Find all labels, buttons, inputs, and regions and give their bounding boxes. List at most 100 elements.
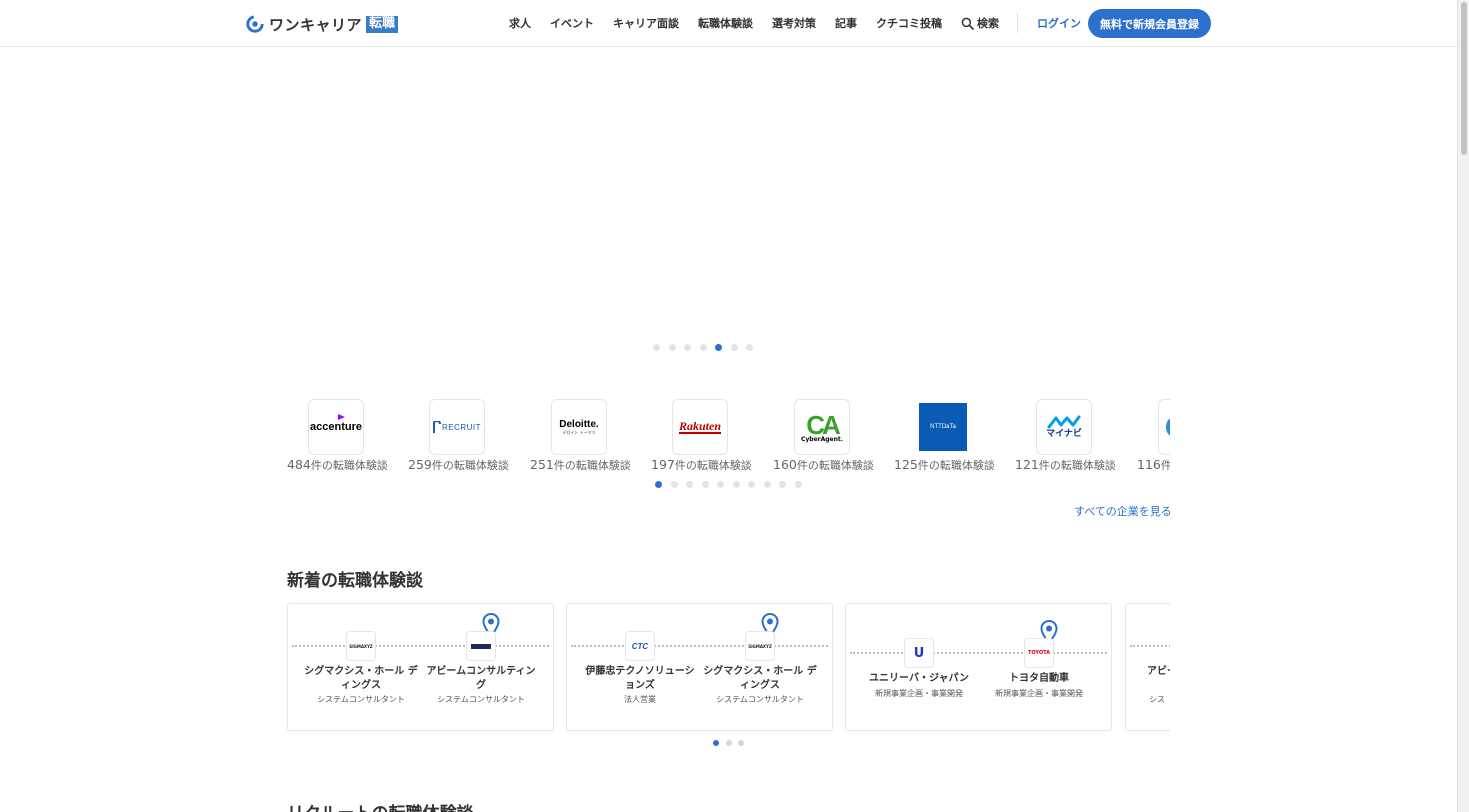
from-company-name: 伊藤忠テクノソリューシ ョンズ: [585, 666, 695, 691]
to-company-logo: TOYOTA: [1024, 638, 1054, 668]
company-logo: [1158, 399, 1170, 455]
company-dot[interactable]: [779, 481, 786, 488]
from-company-name: アビー: [1147, 666, 1170, 677]
company-dot[interactable]: [686, 481, 693, 488]
hero-carousel-dots: [653, 344, 762, 351]
svg-text:CA: CA: [806, 412, 840, 436]
cyberagent-logo: CyberAgent.: [800, 435, 844, 443]
signup-button[interactable]: 無料で新規会員登録: [1088, 9, 1211, 38]
new-stories-dots: [713, 740, 751, 746]
hero-dot[interactable]: [653, 344, 660, 351]
unilever-mark-icon: U: [913, 645, 925, 661]
company-logo: accenture: [308, 399, 364, 455]
nav-divider: [1017, 13, 1018, 33]
deloitte-logo: Deloitte.: [559, 419, 599, 430]
nav-selection[interactable]: 選考対策: [772, 15, 816, 31]
to-company-name: シグマクシス・ホール ディングス: [703, 666, 817, 691]
nav-jobs[interactable]: 求人: [509, 15, 531, 31]
hero-dot[interactable]: [699, 344, 707, 351]
next-section-title: リクルートの転職体験談: [287, 799, 474, 812]
sigmaxyz-mark-icon: SIGMAXYZ: [748, 643, 772, 649]
nav-career-interview[interactable]: キャリア面談: [613, 15, 679, 31]
from-company-name: シグマクシス・ホール ディングス: [304, 666, 418, 691]
company-story-count: 259件の転職体験談: [408, 457, 509, 472]
logo-brand: ワンキャリア: [269, 15, 363, 34]
rakuten-logo: Rakuten: [678, 419, 721, 434]
company-dot-active[interactable]: [655, 481, 662, 488]
company-dot[interactable]: [794, 481, 802, 488]
story-card[interactable]: SIGMAXYZ シグマクシス・ホール ディングス システムコンサルタント アビ…: [287, 603, 554, 731]
company-dot[interactable]: [717, 481, 724, 488]
career-path-line: [292, 645, 549, 647]
company-dot[interactable]: [763, 481, 771, 488]
story-dot-active[interactable]: [713, 740, 719, 746]
company-story-count: 116件の: [1137, 457, 1170, 472]
nttdata-logo: NTTDaTa: [930, 424, 956, 430]
logo-tag: 転職: [366, 15, 399, 33]
company-story-count: 484件の転職体験談: [287, 457, 388, 472]
sigmaxyz-mark-icon: SIGMAXYZ: [349, 643, 373, 649]
hero-dot[interactable]: [684, 344, 691, 351]
to-company-logo: SIGMAXYZ: [745, 631, 775, 661]
new-stories-title: 新着の転職体験談: [287, 571, 423, 591]
company-story-count: 121件の転職体験談: [1015, 457, 1116, 472]
hero-dot[interactable]: [746, 344, 753, 351]
site-logo[interactable]: ワンキャリア 転職: [246, 13, 399, 35]
nttdata-tile: NTTDaTa: [919, 403, 967, 451]
nav-events[interactable]: イベント: [550, 15, 594, 31]
company-carousel-dots: [655, 481, 810, 488]
site-header: ワンキャリア 転職 求人 イベント キャリア面談 転職体験談 選考対策 記事 ク…: [0, 0, 1457, 47]
company-logo: CA CyberAgent.: [794, 399, 850, 455]
scrollbar-thumb[interactable]: [1461, 2, 1467, 155]
company-dot[interactable]: [732, 481, 740, 488]
career-path-line: [850, 652, 1107, 654]
hero-dot-active[interactable]: [715, 344, 722, 351]
login-link[interactable]: ログイン: [1037, 15, 1081, 31]
story-card-partial[interactable]: アビー シス: [1125, 603, 1170, 731]
page-scrollbar[interactable]: [1457, 0, 1469, 812]
recruit-mark-icon: [432, 421, 441, 433]
mynavi-mark-icon: [1047, 415, 1081, 429]
company-logo: Rakuten: [672, 399, 728, 455]
from-role: シス: [1149, 695, 1165, 704]
recruit-logo: RECRUIT: [441, 422, 482, 432]
company-story-count: 160件の転職体験談: [773, 457, 874, 472]
from-company-name: ユニリーバ・ジャパン: [869, 673, 969, 684]
story-dot[interactable]: [738, 740, 744, 746]
company-dot[interactable]: [670, 481, 678, 488]
main-nav: 求人 イベント キャリア面談 転職体験談 選考対策 記事 クチコミ投稿 検索 ロ…: [509, 0, 1094, 46]
from-company-logo: SIGMAXYZ: [346, 631, 376, 661]
see-all-companies-link[interactable]: すべての企業を見る: [1074, 503, 1172, 519]
story-card[interactable]: U TOYOTA ユニリーバ・ジャパン 新規事業企画・事業開発 トヨタ自動車 新…: [845, 603, 1112, 731]
story-card[interactable]: CTC SIGMAXYZ 伊藤忠テクノソリューシ ョンズ 法人営業 シグマクシス…: [566, 603, 833, 731]
from-role: 新規事業企画・事業開発: [875, 689, 963, 698]
company-logo: マイナビ: [1036, 399, 1092, 455]
nav-search[interactable]: 検索: [961, 15, 999, 31]
to-company-name: アビームコンサルティン グ: [426, 666, 536, 691]
logo-mark-icon: [246, 15, 264, 33]
search-label: 検索: [977, 17, 999, 30]
toyota-logo: TOYOTA: [1027, 650, 1051, 656]
to-role: システムコンサルタント: [437, 695, 525, 704]
nav-articles[interactable]: 記事: [835, 15, 857, 31]
company-logo: NTTDaTa: [915, 399, 971, 455]
to-company-name: トヨタ自動車: [1009, 673, 1069, 684]
nav-stories[interactable]: 転職体験談: [698, 15, 753, 31]
to-company-logo: [466, 631, 496, 661]
search-icon: [961, 17, 974, 30]
company-logo: Deloitte. デロイト トーマツ: [551, 399, 607, 455]
company-dot[interactable]: [748, 481, 755, 488]
story-dot[interactable]: [725, 740, 732, 746]
company-story-count: 197件の転職体験談: [651, 457, 752, 472]
to-role: システムコンサルタント: [716, 695, 804, 704]
to-role: 新規事業企画・事業開発: [995, 689, 1083, 698]
mynavi-logo: マイナビ: [1046, 429, 1082, 439]
deloitte-sub: デロイト トーマツ: [562, 430, 596, 435]
hero-dot[interactable]: [668, 344, 676, 351]
company-carousel: accenture 484件の転職体験談 RECRUIT 259件の転職体験談 …: [287, 399, 1170, 474]
nav-review-post[interactable]: クチコミ投稿: [876, 15, 942, 31]
company-dot[interactable]: [701, 481, 709, 488]
partial-logo-mark: [1166, 418, 1170, 436]
company-logo: RECRUIT: [429, 399, 485, 455]
hero-dot[interactable]: [730, 344, 738, 351]
